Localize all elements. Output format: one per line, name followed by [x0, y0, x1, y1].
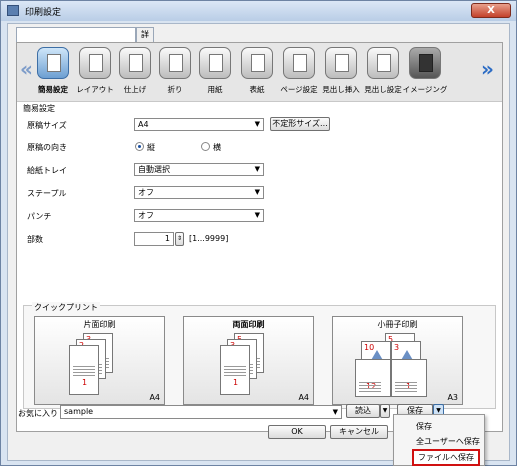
tray-select[interactable]: 自動選択 ▼ [134, 163, 264, 176]
cancel-button[interactable]: キャンセル [330, 425, 388, 439]
staple-select[interactable]: オフ ▼ [134, 186, 264, 199]
card-paper-size: A4 [149, 393, 160, 402]
function-ribbon: « 簡易設定 レイアウト 仕上げ 折り 用紙 表紙 ページ設定 見出し挿入 見出… [17, 43, 502, 102]
ribbon-label: イメージング [402, 85, 448, 94]
ribbon-label: 表紙 [249, 85, 265, 94]
quick-print-label: クイックプリント [32, 302, 100, 313]
ribbon-label: 折り [167, 85, 183, 94]
quick-print-booklet[interactable]: 小冊子印刷 5 10 3 12 1 A3 [332, 316, 463, 405]
tray-label: 給紙トレイ [27, 166, 67, 175]
printer-icon [7, 5, 19, 16]
ribbon-label: 簡易設定 [38, 85, 68, 94]
page-setup-icon [283, 47, 315, 79]
punch-select[interactable]: オフ ▼ [134, 209, 264, 222]
ribbon-cover-button[interactable]: 表紙 [238, 47, 276, 97]
ribbon-tab-insert-button[interactable]: 見出し挿入 [322, 47, 360, 97]
ribbon-imaging-button[interactable]: イメージング [403, 47, 447, 97]
landscape-radio[interactable] [201, 142, 210, 151]
ribbon-label: 見出し挿入 [322, 85, 360, 94]
menu-item-save[interactable]: 保存 [416, 421, 432, 432]
card-paper-size: A4 [298, 393, 309, 402]
portrait-label: 縦 [147, 143, 155, 152]
simple-settings-icon [37, 47, 69, 79]
load-dropdown-button[interactable]: ▼ [380, 404, 390, 418]
chevron-down-icon: ▼ [332, 408, 338, 416]
cover-icon [241, 47, 273, 79]
original-size-select[interactable]: A4 ▼ [134, 118, 264, 131]
punch-value: オフ [138, 211, 154, 220]
title-bar: 印刷設定 X [1, 1, 516, 21]
ribbon-label: レイアウト [76, 85, 114, 94]
copies-range: [1...9999] [189, 234, 229, 243]
simple-group-label: 簡易設定 [23, 104, 55, 113]
paper-icon [199, 47, 231, 79]
ok-button[interactable]: OK [268, 425, 326, 439]
chevron-down-icon: ▼ [254, 120, 260, 128]
ribbon-label: 見出し設定 [364, 85, 402, 94]
scroll-right-icon[interactable]: » [481, 57, 494, 81]
orientation-label: 原稿の向き [27, 143, 67, 152]
ribbon-tab-settings-button[interactable]: 見出し設定 [364, 47, 402, 97]
original-size-label: 原稿サイズ [27, 121, 67, 130]
tab-insert-icon [325, 47, 357, 79]
tab-advanced[interactable]: 詳細設定 [136, 27, 154, 81]
ribbon-finishing-button[interactable]: 仕上げ [116, 47, 154, 97]
ribbon-layout-button[interactable]: レイアウト [76, 47, 114, 97]
finishing-icon [119, 47, 151, 79]
menu-item-save-to-file[interactable]: ファイルへ保存 [412, 449, 480, 466]
card-paper-size: A3 [447, 393, 458, 402]
chevron-down-icon: ▼ [254, 165, 260, 173]
original-size-value: A4 [138, 120, 149, 129]
quick-print-simplex[interactable]: 片面印刷 3 2 1 A4 [34, 316, 165, 405]
ribbon-paper-button[interactable]: 用紙 [196, 47, 234, 97]
staple-value: オフ [138, 188, 154, 197]
close-button[interactable]: X [471, 3, 511, 18]
fold-icon [159, 47, 191, 79]
staple-label: ステープル [27, 189, 67, 198]
favorites-value: sample [64, 407, 94, 416]
ribbon-fold-button[interactable]: 折り [156, 47, 194, 97]
imaging-icon [409, 47, 441, 79]
tab-settings-icon [367, 47, 399, 79]
chevron-down-icon: ▼ [254, 211, 260, 219]
ribbon-label: 仕上げ [123, 85, 147, 94]
settings-panel: « 簡易設定 レイアウト 仕上げ 折り 用紙 表紙 ページ設定 見出し挿入 見出… [16, 42, 503, 432]
portrait-radio[interactable] [135, 142, 144, 151]
window-title: 印刷設定 [25, 8, 62, 18]
quick-print-duplex[interactable]: 両面印刷 5 3 1 A4 [183, 316, 314, 405]
save-dropdown-menu: 保存 全ユーザーへ保存 ファイルへ保存 [393, 414, 485, 466]
dialog-body: 詳細設定 « 簡易設定 レイアウト 仕上げ 折り [7, 23, 510, 461]
ribbon-label: 用紙 [207, 85, 223, 94]
card-title: 両面印刷 [232, 320, 265, 329]
favorites-label: お気に入り [18, 409, 58, 418]
tray-value: 自動選択 [138, 165, 170, 174]
punch-label: パンチ [27, 212, 52, 221]
landscape-label: 横 [213, 143, 221, 152]
favorites-select[interactable]: sample ▼ [60, 405, 342, 419]
copies-input[interactable]: 1 [134, 232, 174, 246]
custom-size-button[interactable]: 不定形サイズ... [270, 117, 330, 131]
layout-icon [79, 47, 111, 79]
scroll-left-icon[interactable]: « [20, 57, 33, 81]
quick-print-group: クイックプリント 片面印刷 3 2 1 A4 両面印刷 5 3 1 A4 小冊子… [23, 302, 496, 409]
print-settings-window: 印刷設定 X 詳細設定 « 簡易設定 レイアウト 仕上げ [0, 0, 517, 466]
chevron-down-icon: ▼ [254, 188, 260, 196]
menu-item-save-all-users[interactable]: 全ユーザーへ保存 [416, 436, 480, 447]
copies-spinner[interactable]: ⇕ [175, 232, 184, 246]
card-title: 片面印刷 [83, 320, 116, 329]
card-title: 小冊子印刷 [377, 320, 418, 329]
copies-label: 部数 [27, 235, 43, 244]
ribbon-label: ページ設定 [280, 85, 318, 94]
ribbon-simple-button[interactable]: 簡易設定 [34, 47, 72, 97]
ribbon-page-setup-button[interactable]: ページ設定 [280, 47, 318, 97]
load-button[interactable]: 読込 [346, 404, 380, 418]
